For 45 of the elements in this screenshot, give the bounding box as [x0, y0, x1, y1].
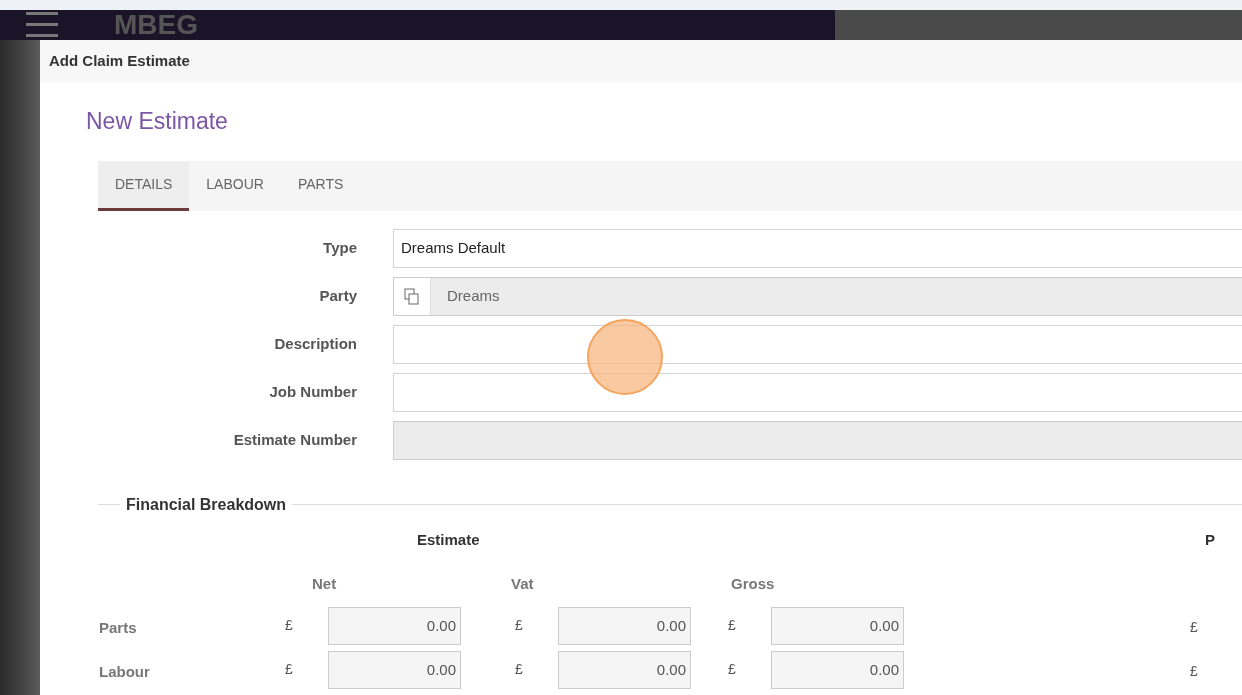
menu-icon[interactable] — [24, 10, 58, 40]
tab[interactable]: PARTS — [280, 160, 361, 211]
amount-value: 0.00 — [426, 616, 456, 636]
column-heading: Gross — [731, 573, 775, 594]
column-group-heading: Estimate — [417, 529, 480, 550]
dialog-title: Add Claim Estimate — [49, 50, 190, 71]
amount-value: 0.00 — [869, 660, 899, 680]
column-group-heading: P — [1205, 529, 1215, 550]
amount-field[interactable]: 0.00 — [771, 650, 904, 689]
amount-value: 0.00 — [426, 660, 456, 680]
amount-value: 0.00 — [656, 616, 686, 636]
column-heading: Vat — [511, 573, 534, 594]
amount-field[interactable]: 0.00 — [558, 650, 691, 689]
currency-symbol: £ — [515, 616, 524, 635]
row-label: Labour — [99, 661, 150, 682]
logo: MBEG — [114, 11, 198, 39]
currency-symbol: £ — [285, 660, 294, 679]
page-heading: New Estimate — [86, 108, 228, 134]
currency-symbol: £ — [728, 616, 737, 635]
field-label: Estimate Number — [232, 429, 357, 450]
field-label: Description — [273, 333, 357, 354]
currency-symbol: £ — [1190, 661, 1198, 681]
currency-symbol: £ — [285, 616, 294, 635]
field-label: Party — [318, 285, 357, 306]
currency-symbol: £ — [515, 660, 524, 679]
amount-field[interactable]: 0.00 — [558, 606, 691, 645]
field-label: Job Number — [268, 381, 357, 402]
currency-symbol: £ — [728, 660, 737, 679]
column-heading: Net — [312, 573, 337, 594]
section-title: Financial Breakdown — [125, 494, 288, 515]
tab[interactable]: LABOUR — [189, 160, 281, 211]
field-value: Dreams — [446, 285, 500, 306]
amount-field[interactable]: 0.00 — [771, 606, 904, 645]
amount-field[interactable]: 0.00 — [328, 650, 461, 689]
currency-symbol: £ — [1190, 617, 1198, 637]
input-field[interactable] — [393, 372, 1242, 412]
amount-value: 0.00 — [869, 616, 899, 636]
input-field[interactable]: Dreams Default — [393, 228, 1242, 268]
field-label: Type — [322, 237, 357, 258]
row-label: Parts — [99, 617, 137, 638]
tab[interactable]: DETAILS — [98, 160, 190, 211]
amount-field[interactable]: 0.00 — [328, 606, 461, 645]
amount-value: 0.00 — [656, 660, 686, 680]
input-field[interactable] — [393, 324, 1242, 364]
field-value: Dreams Default — [400, 237, 506, 258]
